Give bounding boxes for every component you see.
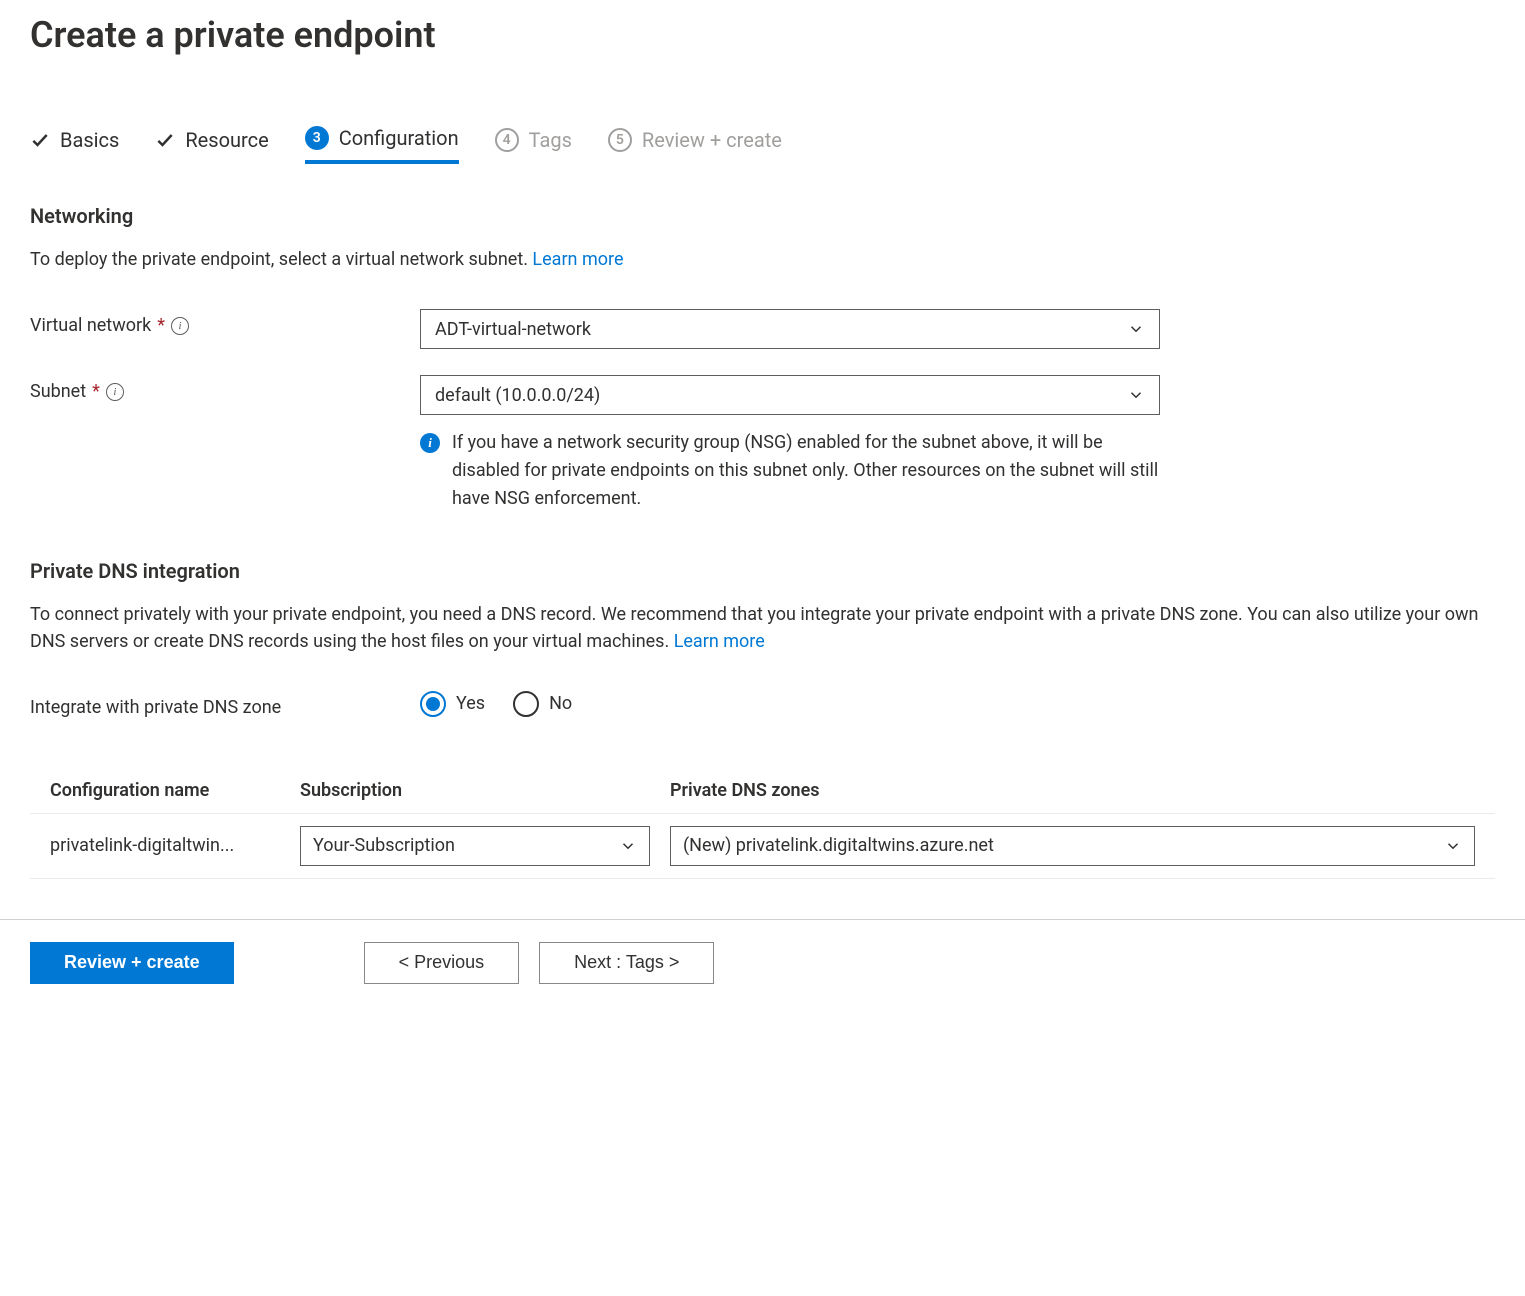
subnet-field: Subnet * i default (10.0.0.0/24) i If yo…: [30, 375, 1495, 513]
tab-basics-label: Basics: [60, 128, 119, 152]
networking-heading: Networking: [30, 204, 1495, 228]
networking-desc: To deploy the private endpoint, select a…: [30, 246, 1495, 273]
review-create-button[interactable]: Review + create: [30, 942, 234, 984]
col-zones: Private DNS zones: [670, 780, 1475, 801]
dns-desc: To connect privately with your private e…: [30, 601, 1495, 655]
info-icon[interactable]: i: [171, 317, 189, 335]
subscription-value: Your-Subscription: [313, 835, 455, 856]
tab-step-number: 4: [495, 128, 519, 152]
tab-step-number: 3: [305, 126, 329, 150]
col-config-name: Configuration name: [50, 780, 300, 801]
info-filled-icon: i: [420, 433, 440, 453]
radio-no[interactable]: No: [513, 691, 572, 717]
info-icon[interactable]: i: [106, 383, 124, 401]
dns-heading: Private DNS integration: [30, 559, 1495, 583]
dns-config-table: Configuration name Subscription Private …: [30, 768, 1495, 879]
next-button[interactable]: Next : Tags >: [539, 942, 714, 984]
chevron-down-icon: [619, 837, 637, 855]
vnet-dropdown[interactable]: ADT-virtual-network: [420, 309, 1160, 349]
dns-learn-more-link[interactable]: Learn more: [674, 631, 765, 652]
page-title: Create a private endpoint: [30, 14, 1495, 56]
previous-button[interactable]: < Previous: [364, 942, 520, 984]
radio-no-label: No: [549, 693, 572, 714]
subnet-dropdown[interactable]: default (10.0.0.0/24): [420, 375, 1160, 415]
wizard-tabs: Basics Resource 3 Configuration 4 Tags 5…: [30, 126, 1495, 164]
tab-basics[interactable]: Basics: [30, 126, 119, 164]
subnet-label: Subnet: [30, 381, 86, 402]
required-indicator: *: [157, 315, 165, 336]
integrate-dns-radio-group: Yes No: [420, 691, 1160, 717]
vnet-value: ADT-virtual-network: [435, 319, 591, 340]
tab-review[interactable]: 5 Review + create: [608, 126, 782, 164]
footer-bar: Review + create < Previous Next : Tags >: [0, 919, 1525, 1006]
radio-yes[interactable]: Yes: [420, 691, 485, 717]
vnet-field: Virtual network * i ADT-virtual-network: [30, 309, 1495, 349]
dns-zone-dropdown[interactable]: (New) privatelink.digitaltwins.azure.net: [670, 826, 1475, 866]
required-indicator: *: [92, 381, 100, 402]
radio-selected-icon: [420, 691, 446, 717]
subnet-note-text: If you have a network security group (NS…: [452, 429, 1160, 513]
chevron-down-icon: [1127, 320, 1145, 338]
table-header: Configuration name Subscription Private …: [30, 768, 1495, 814]
table-row: privatelink-digitaltwin... Your-Subscrip…: [30, 814, 1495, 879]
tab-tags[interactable]: 4 Tags: [495, 126, 572, 164]
subnet-info-note: i If you have a network security group (…: [420, 429, 1160, 513]
networking-learn-more-link[interactable]: Learn more: [532, 249, 623, 270]
tab-tags-label: Tags: [529, 128, 572, 152]
subscription-dropdown[interactable]: Your-Subscription: [300, 826, 650, 866]
radio-unselected-icon: [513, 691, 539, 717]
subnet-value: default (10.0.0.0/24): [435, 385, 600, 406]
chevron-down-icon: [1444, 837, 1462, 855]
tab-configuration-label: Configuration: [339, 126, 459, 150]
tab-review-label: Review + create: [642, 128, 782, 152]
tab-step-number: 5: [608, 128, 632, 152]
tab-configuration[interactable]: 3 Configuration: [305, 126, 459, 164]
integrate-dns-field: Integrate with private DNS zone Yes No: [30, 691, 1495, 718]
integrate-dns-label: Integrate with private DNS zone: [30, 697, 281, 718]
radio-yes-label: Yes: [456, 693, 485, 714]
col-subscription: Subscription: [300, 780, 670, 801]
check-icon: [155, 130, 175, 150]
check-icon: [30, 130, 50, 150]
chevron-down-icon: [1127, 386, 1145, 404]
dns-zone-value: (New) privatelink.digitaltwins.azure.net: [683, 835, 994, 856]
config-name-cell: privatelink-digitaltwin...: [50, 835, 300, 856]
tab-resource-label: Resource: [185, 128, 268, 152]
vnet-label: Virtual network: [30, 315, 151, 336]
tab-resource[interactable]: Resource: [155, 126, 268, 164]
